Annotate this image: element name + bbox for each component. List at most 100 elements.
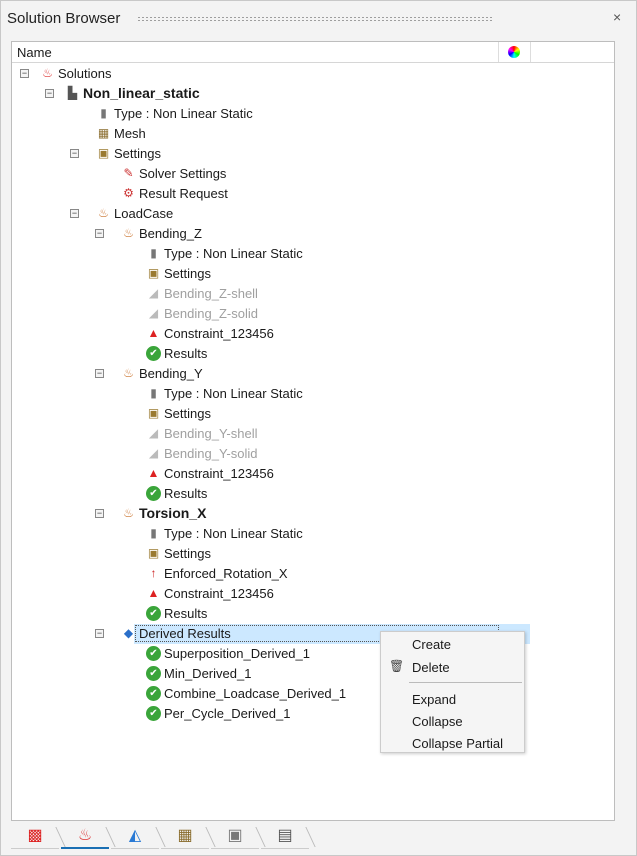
results-icon: ✔ [146,346,161,361]
type-icon: ▮ [150,386,157,400]
tree-row-label: Solutions [58,66,112,81]
tree-row[interactable]: − ♨ Bending_Y [12,364,614,384]
solution-icon: ▙ [67,86,78,100]
tree-row[interactable]: ✔ Results [12,484,614,504]
tree-row[interactable]: ▦ Mesh [12,124,614,144]
mesh-icon: ▦ [177,827,193,844]
window-title: Solution Browser [7,10,121,27]
mesh-icon: ▦ [97,126,110,140]
load-icon: ◢ [148,426,159,440]
results-icon: ✔ [146,686,161,701]
tree-row-label: Combine_Loadcase_Derived_1 [164,686,347,701]
tree-row-label: Results [164,486,208,501]
solutions-icon: ♨ [42,66,53,80]
result-request-icon: ⚙ [123,186,134,200]
tab-ai[interactable]: ▣ [211,823,259,849]
results-icon: ✔ [146,706,161,721]
tree-row[interactable]: ▮ Type : Non Linear Static [12,244,614,264]
constraint-icon: ▲ [147,326,160,340]
tree-row-label: LoadCase [114,206,174,221]
tab-model[interactable]: ▩ [11,823,59,849]
tree-row[interactable]: ▮ Type : Non Linear Static [12,104,614,124]
tree-row[interactable]: − ▣ Settings [12,144,614,164]
tree-row-label: Bending_Y-shell [164,426,258,441]
menu-item-delete[interactable]: Delete [412,660,450,675]
bottom-tabs: ▩ ♨ ◭ ▦ ▣ ▤ [11,823,311,849]
tree-row-label: Bending_Z-shell [164,286,258,301]
tree-row-label: Results [164,606,208,621]
tree-row[interactable]: ▣ Settings [12,544,614,564]
tree-row[interactable]: ▮ Type : Non Linear Static [12,524,614,544]
ai-icon: ▣ [227,827,243,844]
tree-row[interactable]: ▲ Constraint_123456 [12,584,614,604]
tree-header: Name [12,42,614,63]
tree-row-label: Bending_Y [139,366,203,381]
tree-row[interactable]: ↑ Enforced_Rotation_X [12,564,614,584]
tab-solutions[interactable]: ♨ [61,823,109,849]
tree-row[interactable]: ◢ Bending_Y-solid [12,444,614,464]
color-wheel-icon [508,46,520,58]
tree-row-label: Type : Non Linear Static [164,246,303,261]
results-icon: ✔ [146,606,161,621]
menu-item-collapse-partial[interactable]: Collapse Partial [412,736,503,751]
tree-row-label: Type : Non Linear Static [164,386,303,401]
tree-row[interactable]: ◢ Bending_Z-shell [12,284,614,304]
tree-row[interactable]: − ♨ Bending_Z [12,224,614,244]
tree-row[interactable]: − ♨ Solutions [12,64,614,84]
collapse-toggle[interactable]: − [70,209,79,218]
drag-handle[interactable] [137,16,493,22]
tab-mesh[interactable]: ▦ [161,823,209,849]
results-icon: ✔ [146,646,161,661]
tree-row[interactable]: ◢ Bending_Z-solid [12,304,614,324]
tree-row[interactable]: ✔ Results [12,344,614,364]
tree-row[interactable]: ▣ Settings [12,264,614,284]
tree-row-label: Constraint_123456 [164,466,274,481]
tree-row-label: Type : Non Linear Static [164,526,303,541]
tree-row-label: Bending_Z [139,226,202,241]
tree-row-label: Mesh [114,126,146,141]
collapse-toggle[interactable]: − [95,629,104,638]
tree-row[interactable]: ⚙ Result Request [12,184,614,204]
loadcase-icon: ♨ [98,206,109,220]
tree-row[interactable]: ◢ Bending_Y-shell [12,424,614,444]
derived-results-icon: ◆ [123,626,134,640]
menu-item-create[interactable]: Create [412,637,451,652]
type-icon: ▮ [150,526,157,540]
tree-row-label: Enforced_Rotation_X [164,566,288,581]
collapse-toggle[interactable]: − [20,69,29,78]
menu-separator [409,682,522,683]
solver-settings-icon: ✎ [123,166,134,180]
tree-row[interactable]: − ▙ Non_linear_static [12,84,614,104]
tab-script[interactable]: ▤ [261,823,309,849]
settings-icon: ▣ [147,266,160,280]
solutions-icon: ♨ [77,827,93,844]
type-icon: ▮ [150,246,157,260]
tree-row-label: Result Request [139,186,228,201]
tree-row[interactable]: ▲ Constraint_123456 [12,324,614,344]
tree-row[interactable]: ✎ Solver Settings [12,164,614,184]
trash-icon: 🗑 [389,659,405,673]
results-icon: ✔ [146,486,161,501]
column-header-color[interactable] [498,42,531,62]
column-header-name[interactable]: Name [17,45,52,60]
tree-row-label: Settings [114,146,161,161]
tree-row[interactable]: ▮ Type : Non Linear Static [12,384,614,404]
menu-item-collapse[interactable]: Collapse [412,714,463,729]
tab-geometry[interactable]: ◭ [111,823,159,849]
tree-row[interactable]: − ♨ LoadCase [12,204,614,224]
load-icon: ◢ [148,286,159,300]
context-menu: Create 🗑 Delete Expand Collapse Collapse… [380,631,525,753]
collapse-toggle[interactable]: − [95,369,104,378]
collapse-toggle[interactable]: − [45,89,54,98]
collapse-toggle[interactable]: − [95,509,104,518]
menu-item-expand[interactable]: Expand [412,692,456,707]
close-button[interactable]: × [613,9,621,25]
collapse-toggle[interactable]: − [95,229,104,238]
tree-row[interactable]: − ♨ Torsion_X [12,504,614,524]
collapse-toggle[interactable]: − [70,149,79,158]
tree-row[interactable]: ▲ Constraint_123456 [12,464,614,484]
tree-row[interactable]: ✔ Results [12,604,614,624]
tree-row[interactable]: ▣ Settings [12,404,614,424]
tree-row-label: Constraint_123456 [164,326,274,341]
tree-row-label: Min_Derived_1 [164,666,252,681]
